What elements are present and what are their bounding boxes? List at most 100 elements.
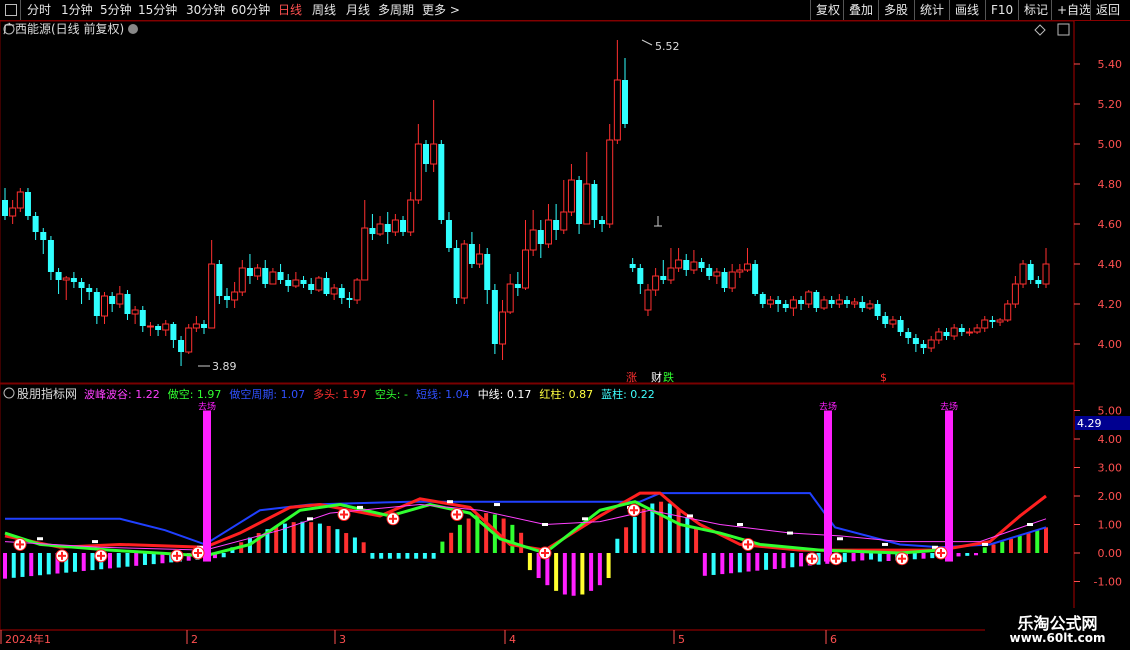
candle-body [238,267,246,293]
candle-body [927,339,935,349]
candle-body [384,224,391,232]
candle-body [973,327,981,333]
indicator-bar [221,553,226,558]
candle-body [400,220,407,232]
ind-tick-label: 2.00 [1098,490,1123,503]
indicator-bar [851,553,856,562]
candle-body [70,278,77,282]
candle-body [713,271,721,277]
candle-body [40,232,47,240]
indicator-bar [685,516,690,553]
indicator-bar [921,553,926,559]
mid-term-marker [582,517,588,521]
candle-body [675,259,683,269]
indicator-bar [1044,527,1048,553]
price-tick-label: 4.40 [1098,258,1123,271]
candle-body [391,219,399,233]
candle-body [16,191,24,209]
candle-body [820,299,828,309]
candle-body [2,200,8,216]
indicator-bar [370,553,375,559]
indicator-bar [781,553,786,569]
candle-body [813,292,820,308]
indicator-bar [597,553,602,586]
candle-body [47,240,54,272]
high-label-arrow [641,39,653,46]
indicator-bar [869,553,874,560]
indicator-bar [519,532,524,553]
mid-term-marker [687,514,693,518]
indicator-bar [396,553,401,559]
indicator-bar [466,518,471,553]
candle-body [254,267,262,277]
candle-body [522,249,529,289]
mid-term-marker [357,505,363,509]
diamond-icon [1034,24,1046,36]
candle-body [1011,283,1019,305]
candle-body [560,211,568,231]
indicator-bar [142,553,147,565]
indicator-bar [46,553,51,575]
candle-body [93,292,100,316]
chevron-down-icon [128,24,138,34]
expand-icon [1057,23,1070,36]
mid-term-marker [307,517,313,521]
candle-body [690,261,698,271]
candle-body [346,298,353,300]
candle-body [131,309,139,315]
candle-body [185,327,193,353]
line-peak-valley [4,504,1047,551]
indicator-bar [457,524,462,553]
candle-body [835,299,843,305]
indicator-bar [3,553,7,579]
indicator-bar [746,553,751,572]
candle-body [246,268,253,276]
candle-body [728,271,736,289]
candle-body [958,328,965,332]
candle-body [544,219,552,245]
ind-tick-label: 0.00 [1098,547,1123,560]
legend-item-2: 做空周期: 1.07 [229,387,305,401]
indicator-bar [912,553,917,560]
legend-item-5: 短线: 1.04 [416,387,470,401]
candle-body [262,268,269,284]
mid-term-marker [542,523,548,526]
indicator-bar [116,553,121,568]
spike-label: 去场 [940,401,958,413]
indicator-bar [90,553,95,571]
indicator-bar [37,553,42,576]
indicator-bar [930,553,935,559]
candle-body [315,277,323,291]
candle-body [981,319,989,329]
candle-body [101,295,109,317]
candle-body [223,296,230,300]
mid-term-marker [447,500,453,504]
candle-body [292,279,300,287]
legend-item-6: 中线: 0.17 [478,387,532,401]
indicator-bar [335,529,340,553]
indicator-bar [1035,530,1040,553]
candle-body [698,262,705,268]
event-marker: 涨 [626,371,637,384]
indicator-bar [571,553,576,596]
mid-term-marker [982,542,988,546]
indicator-bar [956,553,961,557]
candle-body [897,320,904,332]
candle-body [1019,263,1027,285]
legend-item-0: 波峰波谷: 1.22 [84,388,160,401]
indicator-bar [615,538,620,553]
candle-body [78,282,85,288]
candle-body [743,263,751,271]
candle-body [660,276,667,280]
candle-body [476,253,484,265]
ind-tick-label: 3.00 [1098,462,1123,475]
mid-term-marker [494,503,500,507]
indicator-bar [414,553,419,559]
candle-body [553,220,560,230]
time-tick-label: 2024年1 [5,632,51,646]
candle-body [882,316,889,324]
indicator-bar [379,553,384,559]
indicator-bar [632,516,637,553]
candle-body [285,280,292,286]
indicator-bar [125,553,130,567]
